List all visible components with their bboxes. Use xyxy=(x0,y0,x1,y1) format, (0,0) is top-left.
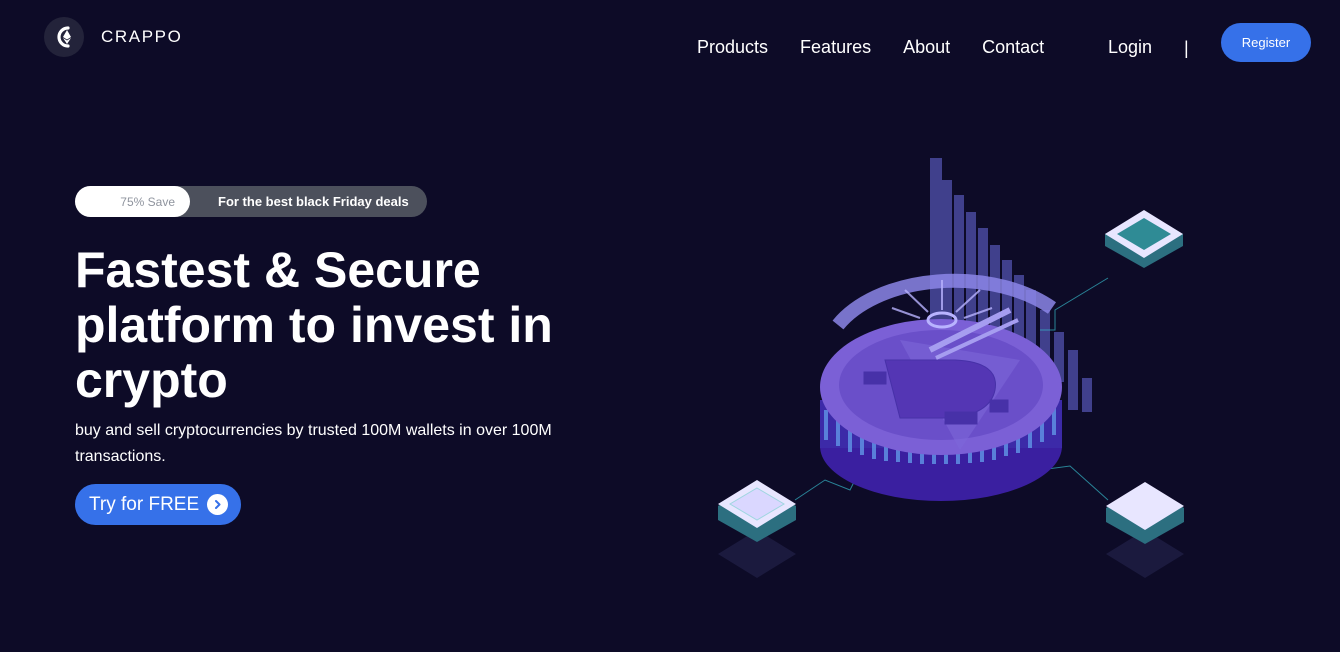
chevron-right-icon xyxy=(207,494,228,515)
bitcoin-coin xyxy=(820,307,1062,501)
nav-divider: | xyxy=(1184,38,1189,58)
node-bottom-left xyxy=(718,480,796,578)
promo-save-label: 75% Save xyxy=(75,186,190,217)
register-button[interactable]: Register xyxy=(1221,23,1311,62)
node-top-right xyxy=(1105,210,1183,268)
node-bottom-right xyxy=(1106,482,1184,578)
landing-page: CRAPPO Products Features About Contact L… xyxy=(0,0,1340,652)
crypto-logo-icon xyxy=(44,17,84,57)
promo-badge[interactable]: 75% Save For the best black Friday deals xyxy=(75,186,427,217)
hero-subtext: buy and sell cryptocurrencies by trusted… xyxy=(75,422,552,465)
nav-link-products[interactable]: Products xyxy=(697,38,768,56)
brand-logo[interactable]: CRAPPO xyxy=(44,17,182,57)
nav-link-about[interactable]: About xyxy=(903,38,950,56)
login-link[interactable]: Login xyxy=(1108,38,1152,56)
bitcoin-coin-illustration xyxy=(718,158,1184,578)
promo-deal-label: For the best black Friday deals xyxy=(218,194,409,209)
try-free-label: Try for FREE xyxy=(89,493,200,515)
brand-name: CRAPPO xyxy=(101,27,183,46)
hero-headline: Fastest & Secure platform to invest in c… xyxy=(75,242,553,408)
main-nav: Products Features About Contact xyxy=(697,38,1076,56)
nav-link-contact[interactable]: Contact xyxy=(982,38,1044,56)
try-free-button[interactable]: Try for FREE xyxy=(75,484,241,525)
nav-link-features[interactable]: Features xyxy=(800,38,871,56)
